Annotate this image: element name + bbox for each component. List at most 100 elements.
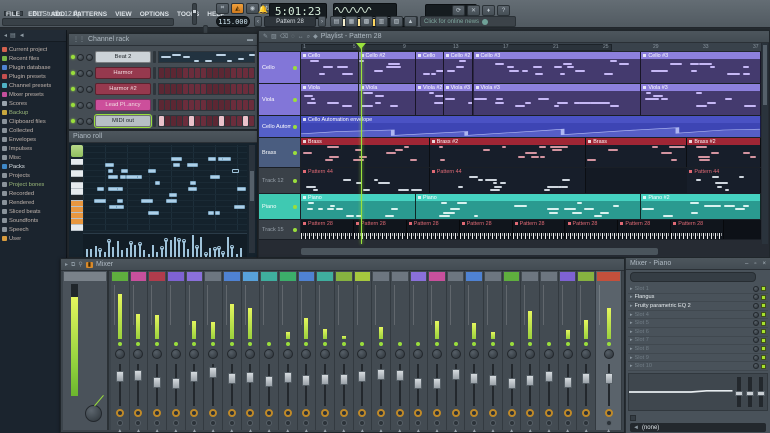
- strip-color-tab[interactable]: [280, 272, 296, 281]
- strip-pan-knob[interactable]: [357, 349, 367, 359]
- strip-enable-led[interactable]: [118, 342, 122, 346]
- mute-icon[interactable]: ◌: [291, 34, 295, 40]
- stereo-sep-knob[interactable]: [605, 409, 613, 417]
- pattern-clip[interactable]: Pattern 28: [566, 220, 619, 239]
- volume-fader[interactable]: [361, 364, 363, 406]
- slot-mix-knob[interactable]: [753, 355, 759, 361]
- note[interactable]: [141, 199, 153, 203]
- volume-fader[interactable]: [417, 364, 419, 406]
- channel-volume-knob[interactable]: [86, 118, 93, 125]
- channel-button[interactable]: Beat 2: [95, 51, 151, 63]
- step-cell[interactable]: [249, 68, 254, 78]
- strip-pan-knob[interactable]: [395, 349, 405, 359]
- route-arrow[interactable]: ▲: [298, 428, 316, 433]
- strip-color-tab[interactable]: [187, 272, 203, 281]
- fader-handle[interactable]: [246, 372, 254, 383]
- velocity-stem[interactable]: [134, 245, 136, 257]
- channel-volume-knob[interactable]: [86, 86, 93, 93]
- eq-knob[interactable]: [359, 420, 365, 426]
- channel-button[interactable]: Harmor #2: [95, 83, 151, 95]
- eq-knob[interactable]: [453, 420, 459, 426]
- eq-knob[interactable]: [341, 420, 347, 426]
- mixer-strip[interactable]: ▲: [428, 271, 447, 430]
- volume-fader[interactable]: [268, 364, 270, 406]
- selected-note[interactable]: [232, 169, 239, 173]
- velocity-stem[interactable]: [214, 249, 216, 257]
- eq-knob[interactable]: [527, 420, 533, 426]
- velocity-stem[interactable]: [227, 237, 229, 257]
- strip-pan-knob[interactable]: [227, 349, 237, 359]
- strip-pan-knob[interactable]: [451, 349, 461, 359]
- strip-enable-led[interactable]: [566, 342, 570, 346]
- browser-item[interactable]: Mixer presets: [2, 90, 66, 99]
- tools-button[interactable]: ✕: [467, 5, 480, 16]
- stereo-sep-knob[interactable]: [321, 409, 329, 417]
- strip-color-tab[interactable]: [560, 272, 576, 281]
- browser-item[interactable]: Scores: [2, 99, 66, 108]
- step-cell[interactable]: [225, 100, 230, 110]
- browser-item[interactable]: Packs: [2, 162, 66, 171]
- stereo-sep-knob[interactable]: [452, 409, 460, 417]
- step-cell[interactable]: [243, 84, 248, 94]
- track-lane[interactable]: PianoPianoPiano #2: [301, 194, 761, 219]
- eq-knob[interactable]: [415, 420, 421, 426]
- eq-knob[interactable]: [565, 420, 571, 426]
- channel-enable-led[interactable]: [71, 55, 75, 59]
- volume-fader[interactable]: [399, 364, 401, 406]
- strip-enable-led[interactable]: [230, 342, 234, 346]
- strip-pan-knob[interactable]: [604, 349, 614, 359]
- fader-handle[interactable]: [489, 375, 497, 386]
- note[interactable]: [208, 157, 217, 161]
- route-arrow[interactable]: ▲: [186, 428, 204, 433]
- volume-fader[interactable]: [119, 364, 121, 406]
- plugin-slot[interactable]: ▸Slot 9: [628, 354, 768, 363]
- step-cell[interactable]: [201, 100, 206, 110]
- strip-pan-knob[interactable]: [413, 349, 423, 359]
- strip-pan-knob[interactable]: [469, 349, 479, 359]
- fader-handle[interactable]: [452, 369, 460, 380]
- slip-icon[interactable]: ↔: [298, 34, 304, 40]
- stereo-sep-knob[interactable]: [545, 409, 553, 417]
- stereo-sep-knob[interactable]: [172, 409, 180, 417]
- plugin-slot[interactable]: ▸Slot 10: [628, 362, 768, 371]
- track-mute-led[interactable]: [293, 125, 297, 129]
- velocity-stem[interactable]: [209, 248, 211, 257]
- eq-mid-slider[interactable]: [748, 377, 752, 407]
- strip-color-tab[interactable]: [429, 272, 445, 281]
- back-icon[interactable]: ◂: [4, 33, 7, 39]
- mixer-strip[interactable]: ▲: [335, 271, 354, 430]
- eq-knob[interactable]: [606, 420, 612, 426]
- step-cell[interactable]: [213, 84, 218, 94]
- strip-enable-led[interactable]: [211, 342, 215, 346]
- note[interactable]: [173, 163, 180, 167]
- brush-icon[interactable]: ▨: [271, 34, 277, 40]
- step-cell[interactable]: [243, 100, 248, 110]
- zoom-icon[interactable]: ⌕: [307, 34, 310, 40]
- mixer-strip[interactable]: ▲: [279, 271, 298, 430]
- strip-color-tab[interactable]: [355, 272, 371, 281]
- mixer-strip[interactable]: ▲: [465, 271, 484, 430]
- strip-enable-led[interactable]: [267, 342, 271, 346]
- strip-color-tab[interactable]: [131, 272, 147, 281]
- route-arrow[interactable]: ▲: [223, 428, 241, 433]
- note[interactable]: [108, 169, 113, 173]
- plugin-slot[interactable]: ▸Slot 6: [628, 328, 768, 337]
- track-lane[interactable]: ViolaViolaViola #2Viola #3Viola #3Viola …: [301, 84, 761, 115]
- velocity-stem[interactable]: [161, 248, 163, 257]
- note[interactable]: [105, 163, 114, 167]
- pattern-prev-button[interactable]: ‹: [254, 16, 262, 27]
- fader-handle[interactable]: [134, 370, 142, 381]
- bell-icon[interactable]: 🔔: [258, 6, 268, 14]
- mixer-strip[interactable]: ▲: [577, 271, 596, 430]
- browser-item[interactable]: Projects: [2, 171, 66, 180]
- mixer-strip[interactable]: ▲: [316, 271, 335, 430]
- step-cell[interactable]: [165, 84, 170, 94]
- pattern-clip[interactable]: Pattern 28: [301, 220, 354, 239]
- step-cell[interactable]: [171, 116, 176, 126]
- step-cell[interactable]: [231, 116, 236, 126]
- fader-handle[interactable]: [545, 371, 553, 382]
- piano-roll-preview-corner[interactable]: [71, 145, 83, 157]
- minimize-icon[interactable]: –: [745, 261, 748, 267]
- volume-fader[interactable]: [608, 364, 610, 406]
- strip-enable-led[interactable]: [323, 342, 327, 346]
